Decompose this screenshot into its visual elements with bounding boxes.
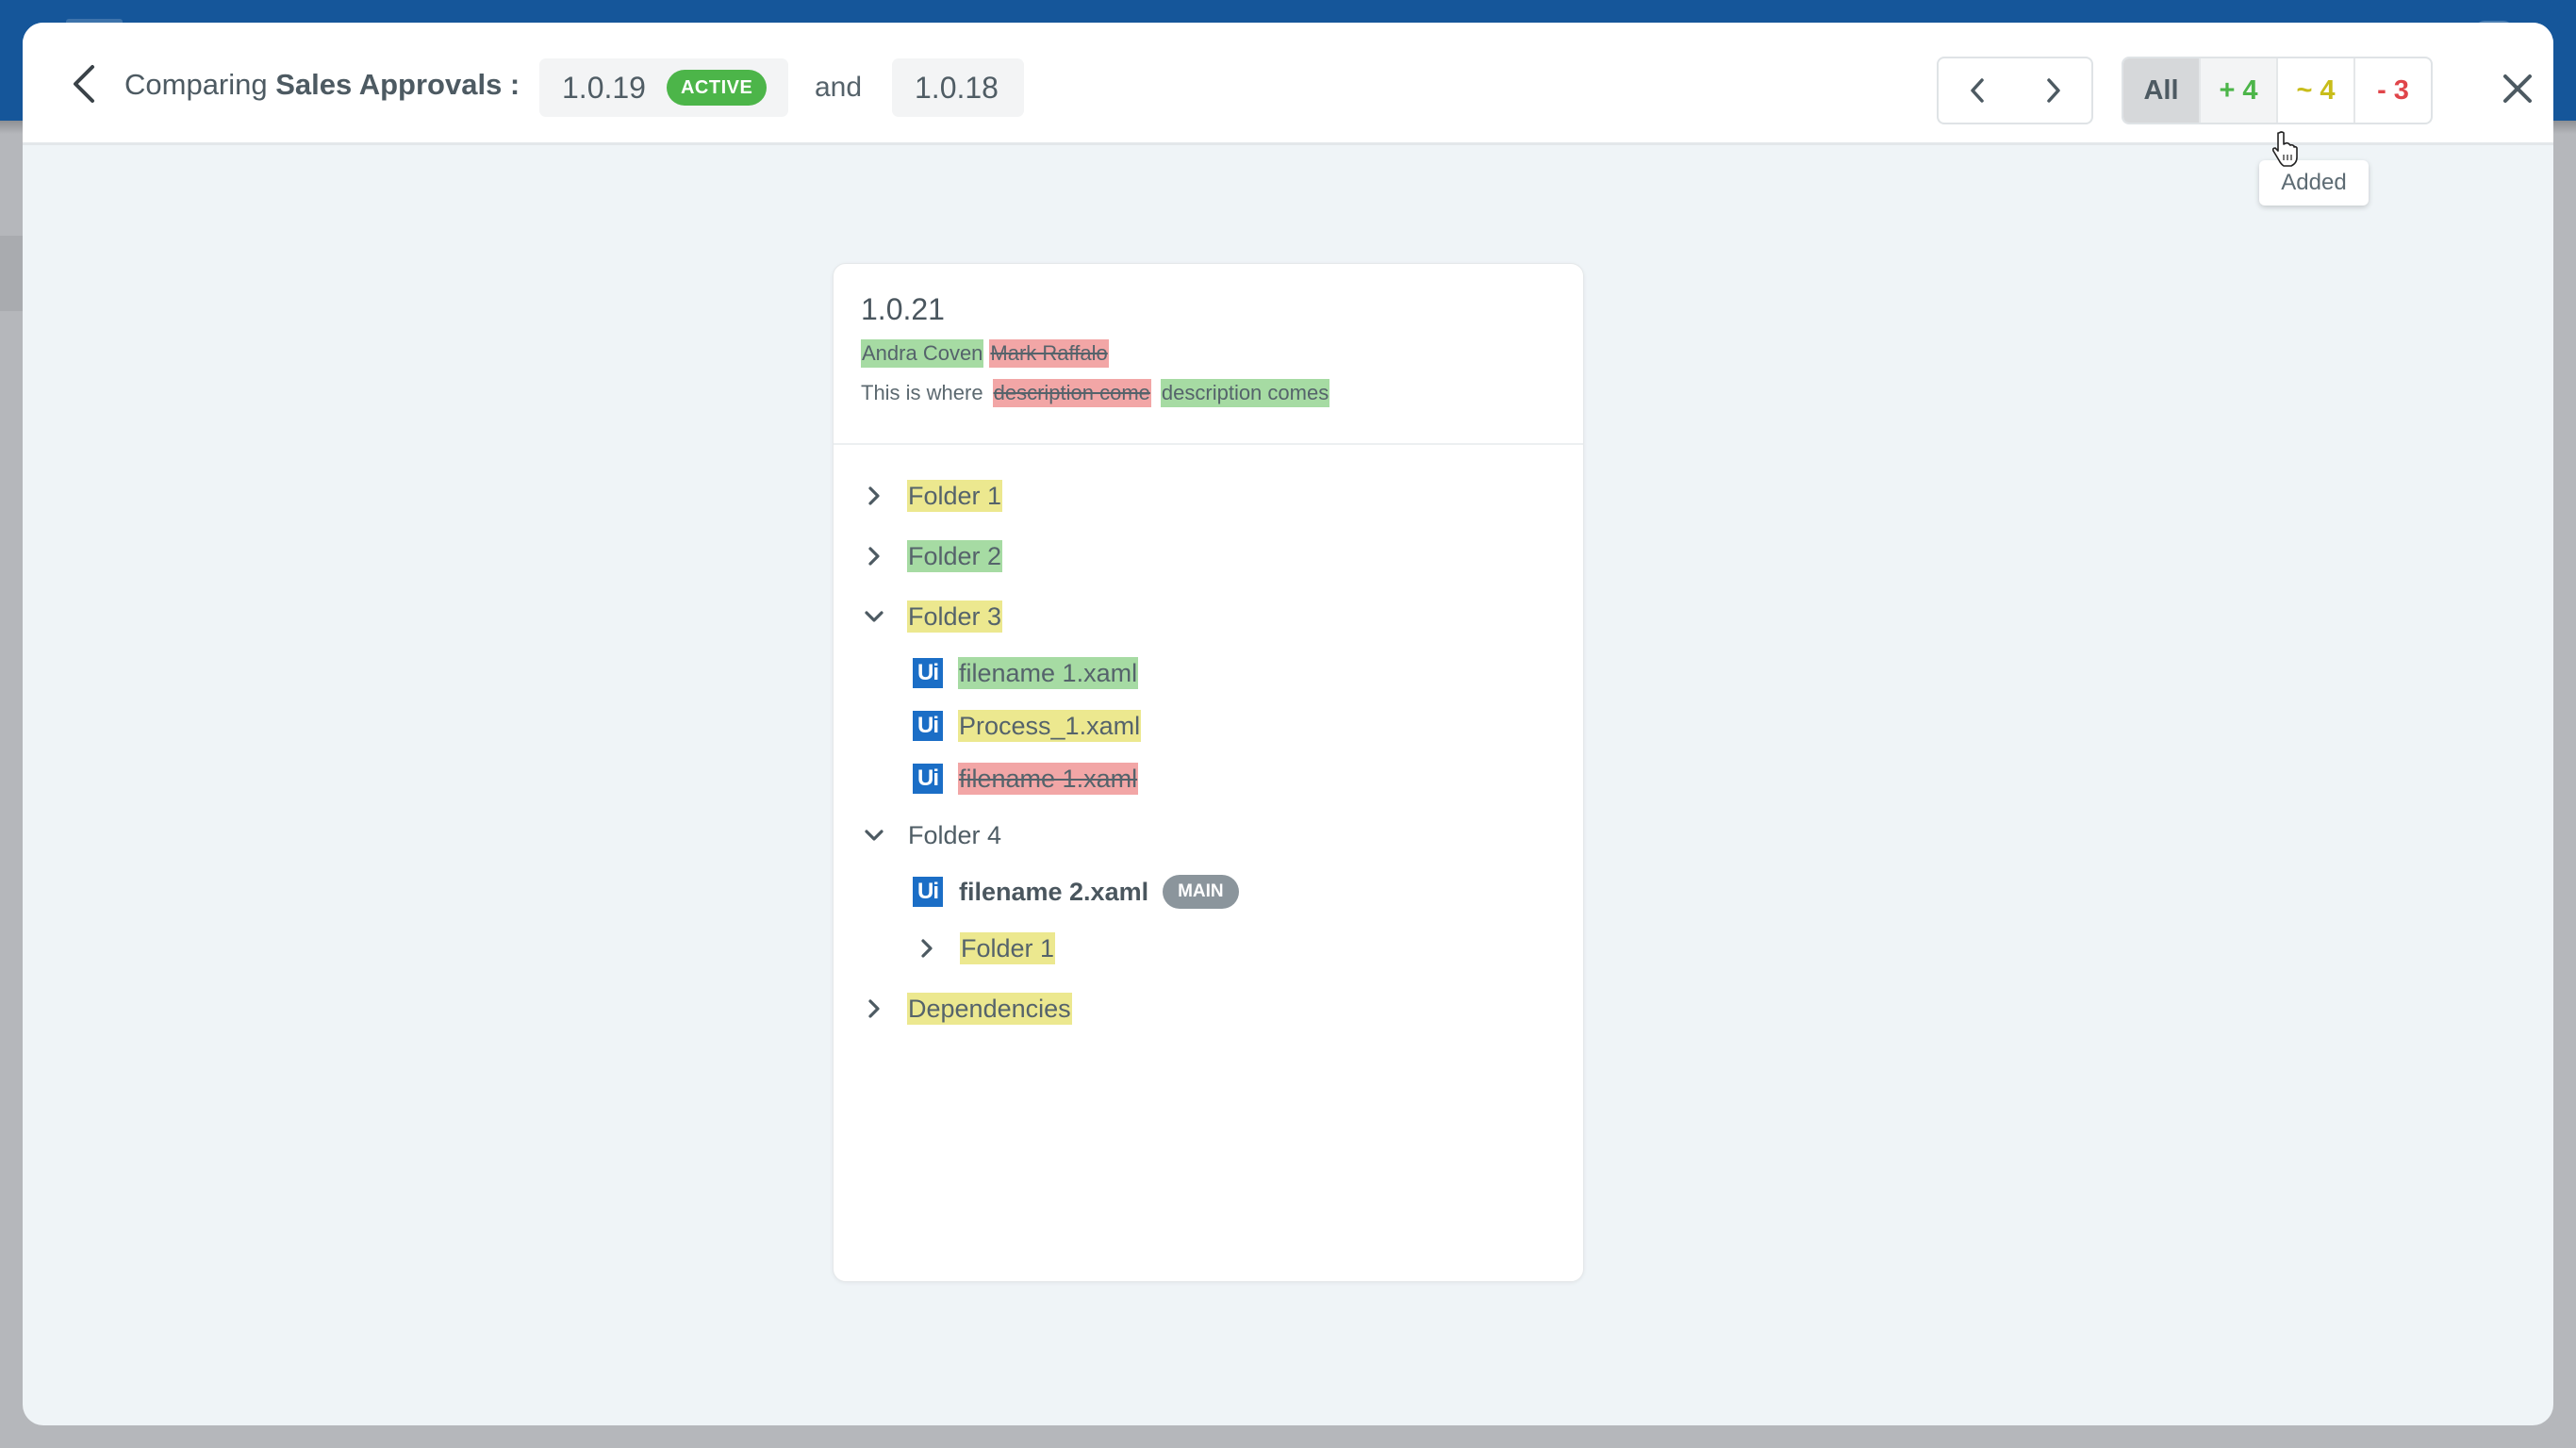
chevron-down-icon[interactable] [860,821,888,849]
chevron-right-icon[interactable] [913,934,941,963]
author-removed: Mark Raffalo [989,339,1109,368]
chevron-right-icon[interactable] [860,482,888,510]
tree-subfolder-1[interactable]: Folder 1 [834,918,1583,979]
tree-file[interactable]: Ui filename 1.xaml [834,752,1583,805]
filter-modified-button[interactable]: ~ 4 [2276,58,2353,123]
folder-label: Folder 1 [960,932,1056,964]
description-added: description comes [1160,379,1330,407]
chevron-left-icon [74,65,94,103]
version-b-chip[interactable]: 1.0.18 [892,58,1024,117]
and-label: and [815,72,863,103]
folder-label: Folder 2 [907,540,1003,572]
uipath-file-icon: Ui [913,877,943,907]
page-title: Comparing Sales Approvals : [124,64,520,106]
main-badge: MAIN [1163,875,1239,909]
description-prefix: This is where [861,381,983,404]
uipath-file-icon: Ui [913,711,943,741]
change-filter-group: All + 4 ~ 4 - 3 [2122,57,2433,124]
tree-file[interactable]: Ui filename 1.xaml [834,647,1583,699]
file-label: Process_1.xaml [958,710,1142,742]
chevron-right-icon [2046,78,2060,103]
chevron-left-icon [1970,78,1984,103]
folder-label: Folder 1 [907,480,1003,512]
version-a-label: 1.0.19 [562,70,646,105]
tree-folder-3[interactable]: Folder 3 [834,586,1583,647]
title-subject: Sales Approvals : [275,68,520,101]
filter-removed-button[interactable]: - 3 [2353,58,2431,123]
change-navigation [1937,57,2093,124]
chevron-down-icon[interactable] [860,602,888,631]
filter-added-button[interactable]: + 4 [2199,58,2276,123]
file-label: filename 1.xaml [958,763,1139,795]
file-label: filename 1.xaml [958,657,1139,689]
version-diff-card: 1.0.21 Andra Coven Mark Raffalo This is … [833,263,1584,1282]
active-badge: ACTIVE [666,70,768,106]
uipath-file-icon: Ui [913,658,943,688]
chevron-right-icon[interactable] [860,995,888,1023]
file-label: filename 2.xaml [959,878,1149,906]
app-sidebar-ghost [0,236,23,311]
back-button[interactable] [60,60,107,107]
previous-change-button[interactable] [1939,58,2015,123]
uipath-file-icon: Ui [913,764,943,794]
title-prefix: Comparing [124,68,268,101]
tree-folder-1[interactable]: Folder 1 [834,466,1583,526]
folder-label: Folder 3 [907,601,1003,633]
compare-versions-modal: Comparing Sales Approvals : 1.0.19 ACTIV… [23,23,2553,1425]
next-change-button[interactable] [2015,58,2091,123]
card-version: 1.0.21 [861,292,945,326]
version-b-label: 1.0.18 [915,70,999,105]
tree-dependencies[interactable]: Dependencies [834,979,1583,1039]
author-added: Andra Coven [861,339,984,368]
tree-folder-2[interactable]: Folder 2 [834,526,1583,586]
author-diff: Andra Coven Mark Raffalo [861,339,1556,368]
tree-file-main[interactable]: Ui filename 2.xaml MAIN [834,865,1583,918]
modal-header: Comparing Sales Approvals : 1.0.19 ACTIV… [23,23,2553,145]
tree-file[interactable]: Ui Process_1.xaml [834,699,1583,752]
filter-all-button[interactable]: All [2123,58,2199,123]
close-button[interactable] [2495,66,2540,111]
file-tree: Folder 1 Folder 2 Folder 3 Ui filename 1… [834,445,1583,1039]
folder-label: Dependencies [907,993,1072,1025]
tree-folder-4[interactable]: Folder 4 [834,805,1583,865]
folder-label: Folder 4 [908,821,1002,849]
hand-cursor-icon [2271,131,2298,167]
version-a-chip[interactable]: 1.0.19 ACTIVE [539,58,788,117]
description-diff: This is where description come descripti… [861,379,1556,407]
chevron-right-icon[interactable] [860,542,888,570]
close-icon [2503,74,2532,103]
description-removed: description come [992,379,1151,407]
card-header: 1.0.21 Andra Coven Mark Raffalo This is … [834,264,1583,445]
